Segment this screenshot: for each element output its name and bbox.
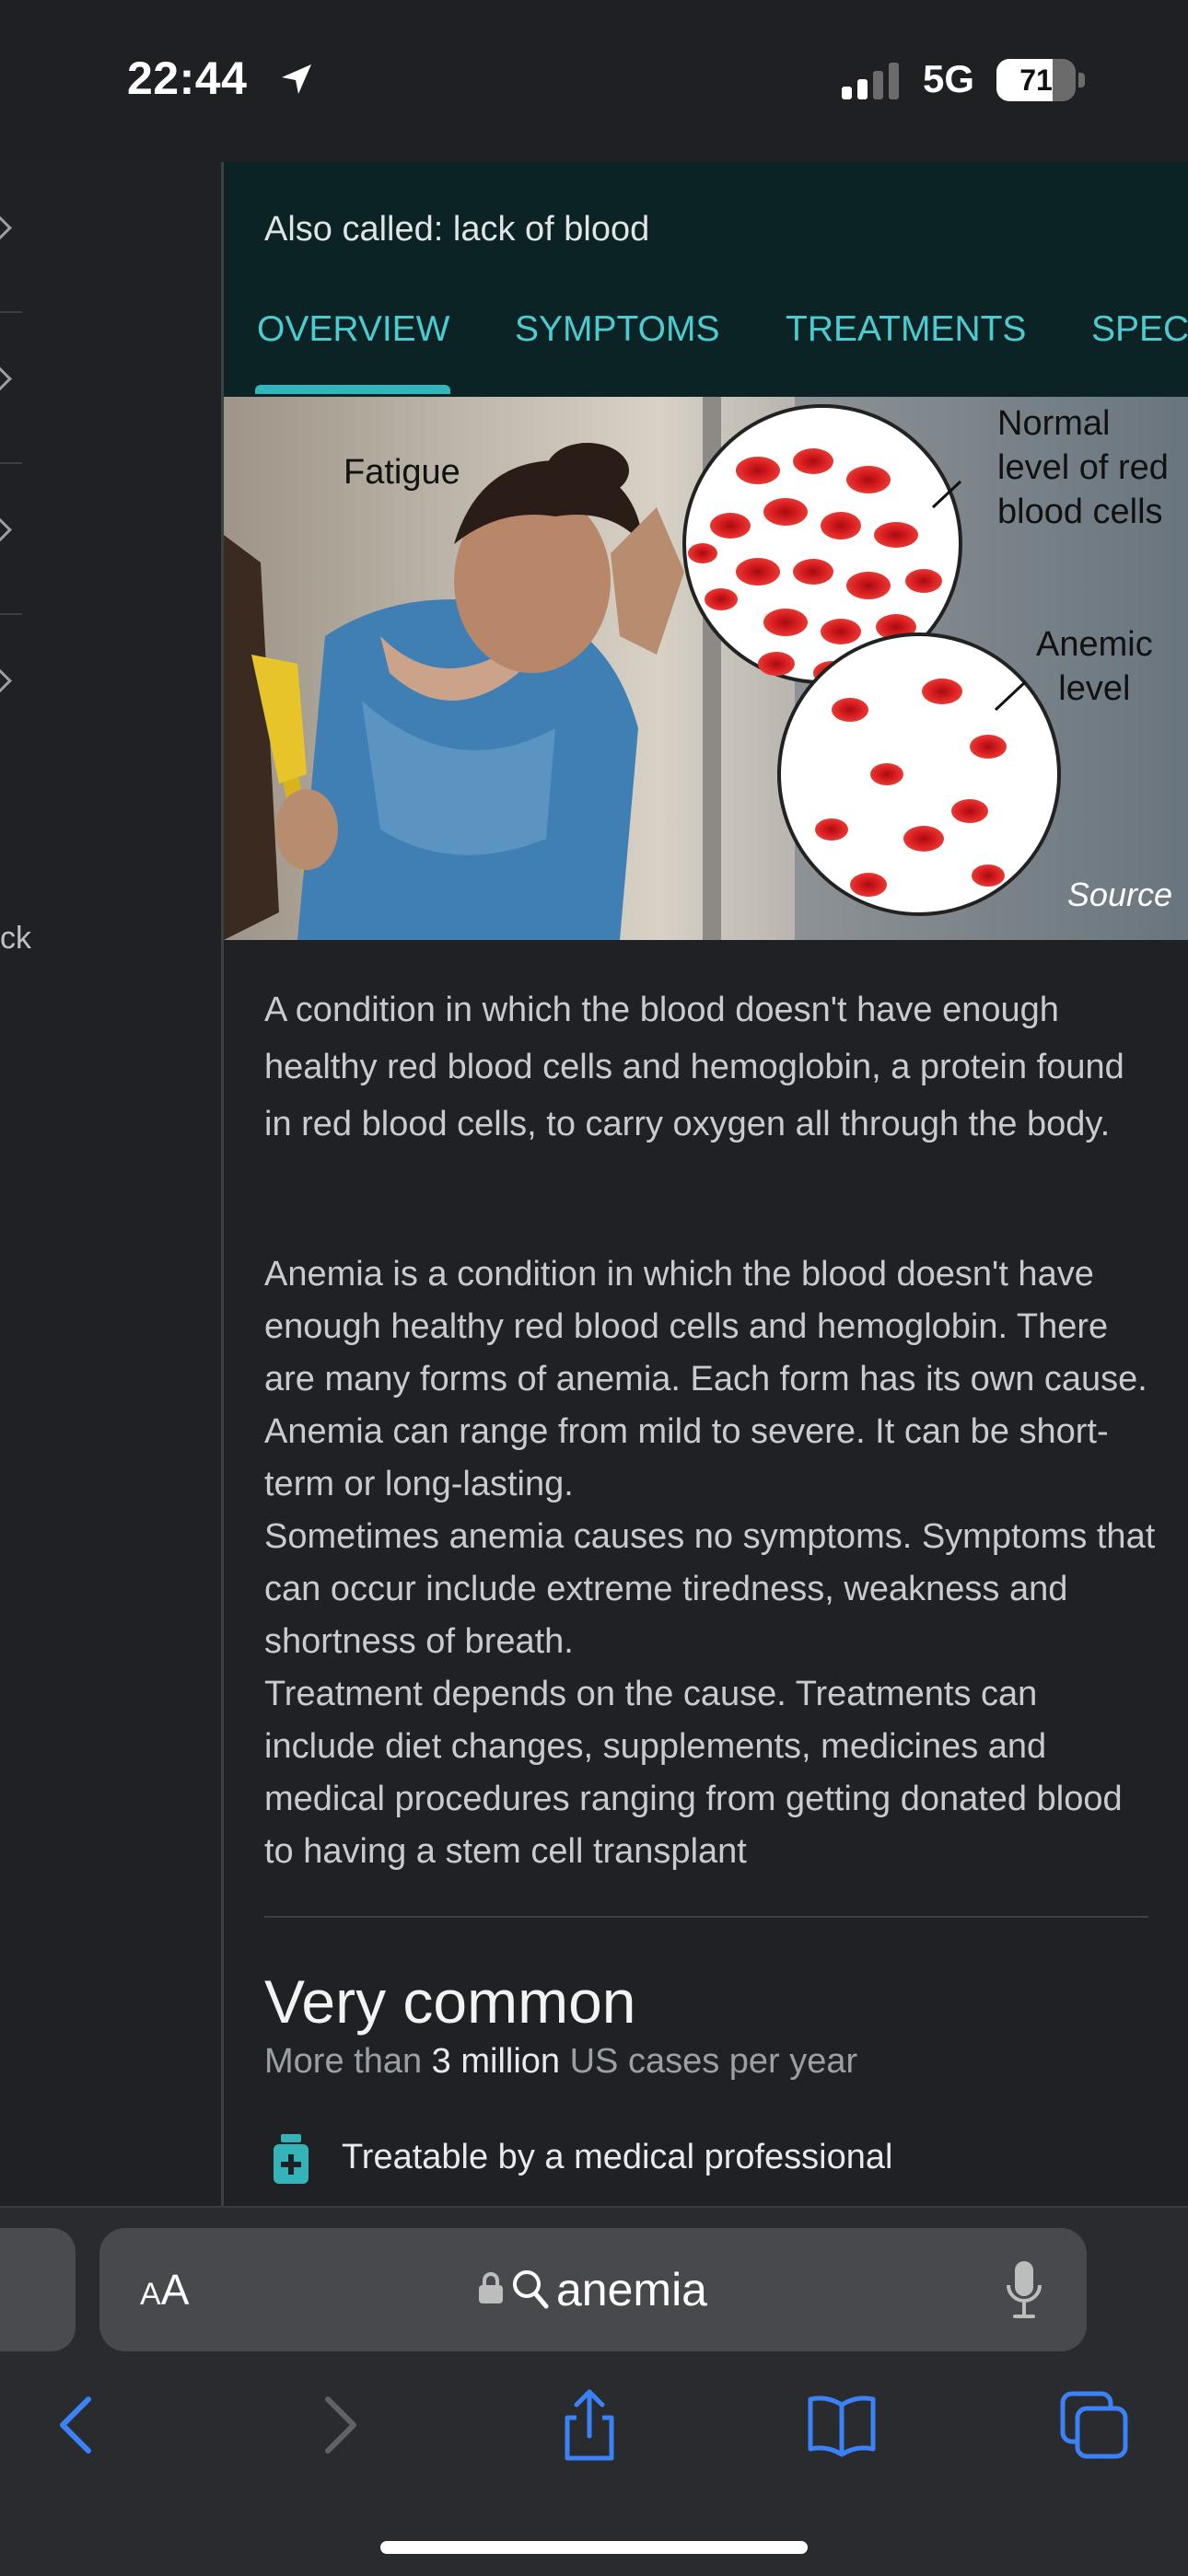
share-icon[interactable] [553,2388,626,2462]
sidebar-row[interactable] [0,162,22,311]
description-paragraph: Treatment depends on the cause. Treatmen… [264,1675,1123,1871]
chevron-right-icon [0,366,12,391]
image-label-fatigue: Fatigue [344,453,460,492]
left-sidebar-partial: ck [0,162,221,2206]
frequency-title: Very common [264,1967,636,2036]
section-divider [264,1916,1148,1918]
frequency-suffix: US cases per year [560,2042,858,2081]
status-bar: 22:44 5G 71 [0,0,1188,162]
text-size-button[interactable]: AA [140,2265,189,2315]
forward-icon[interactable] [300,2388,374,2462]
network-type: 5G [923,57,975,100]
condition-image[interactable]: Fatigue Normal level of red blood cells … [224,397,1188,940]
tab-symptoms[interactable]: SYMPTOMS [515,309,719,350]
sidebar-row[interactable] [0,313,22,462]
condition-long-description: Anemia is a condition in which the blood… [264,1248,1158,1878]
card-header: Also called: lack of blood OVERVIEW SYMP… [224,162,1188,397]
back-icon[interactable] [42,2388,116,2462]
sidebar-row[interactable] [0,464,22,613]
battery-level: 71 [1019,64,1053,97]
description-paragraph: Anemia is a condition in which the blood… [264,1255,1147,1503]
home-indicator[interactable] [380,2541,808,2554]
treatable-label: Treatable by a medical professional [342,2138,893,2176]
chevron-right-icon [0,215,12,240]
frequency-subtitle: More than 3 million US cases per year [264,2042,857,2082]
condition-description: A condition in which the blood doesn't h… [264,991,1124,1143]
url-text: anemia [556,2264,707,2315]
medicine-icon [274,2134,309,2184]
active-tab-indicator [255,385,450,394]
condition-card: Also called: lack of blood OVERVIEW SYMP… [221,162,1188,2206]
location-arrow-icon [282,64,311,94]
microphone-icon[interactable] [1006,2261,1042,2320]
frequency-count: 3 million [431,2042,561,2081]
chevron-right-icon [0,517,12,542]
tab-specialists[interactable]: SPEC [1091,309,1188,350]
battery-icon: 71 [996,59,1085,101]
sidebar-partial-text[interactable]: ck [0,921,31,957]
status-time: 22:44 [127,52,248,104]
tab-bar: OVERVIEW SYMPTOMS TREATMENTS SPEC [224,309,1188,397]
description-paragraph: Sometimes anemia causes no symptoms. Sym… [264,1517,1156,1661]
also-called: Also called: lack of blood [264,210,650,249]
address-bar[interactable]: AA anemia [99,2228,1087,2351]
text-size-small: A [140,2277,161,2312]
tabs-icon[interactable] [1057,2388,1131,2462]
previous-tab-pill[interactable] [0,2228,76,2351]
tab-treatments[interactable]: TREATMENTS [786,309,1026,350]
browser-toolbar: AA anemia [0,2206,1188,2576]
image-label-anemic: Anemic level [1036,625,1153,708]
frequency-prefix: More than [264,2042,432,2081]
image-source-link[interactable]: Source [1067,876,1172,914]
tab-overview[interactable]: OVERVIEW [257,309,450,350]
bookmarks-icon[interactable] [805,2388,879,2462]
sidebar-row[interactable] [0,615,22,764]
image-label-normal: Normal level of red blood cells [997,404,1169,531]
text-size-big: A [160,2266,190,2314]
signal-icon [842,63,899,99]
lock-icon [479,2272,503,2303]
search-icon [513,2270,549,2309]
chevron-right-icon [0,668,12,693]
